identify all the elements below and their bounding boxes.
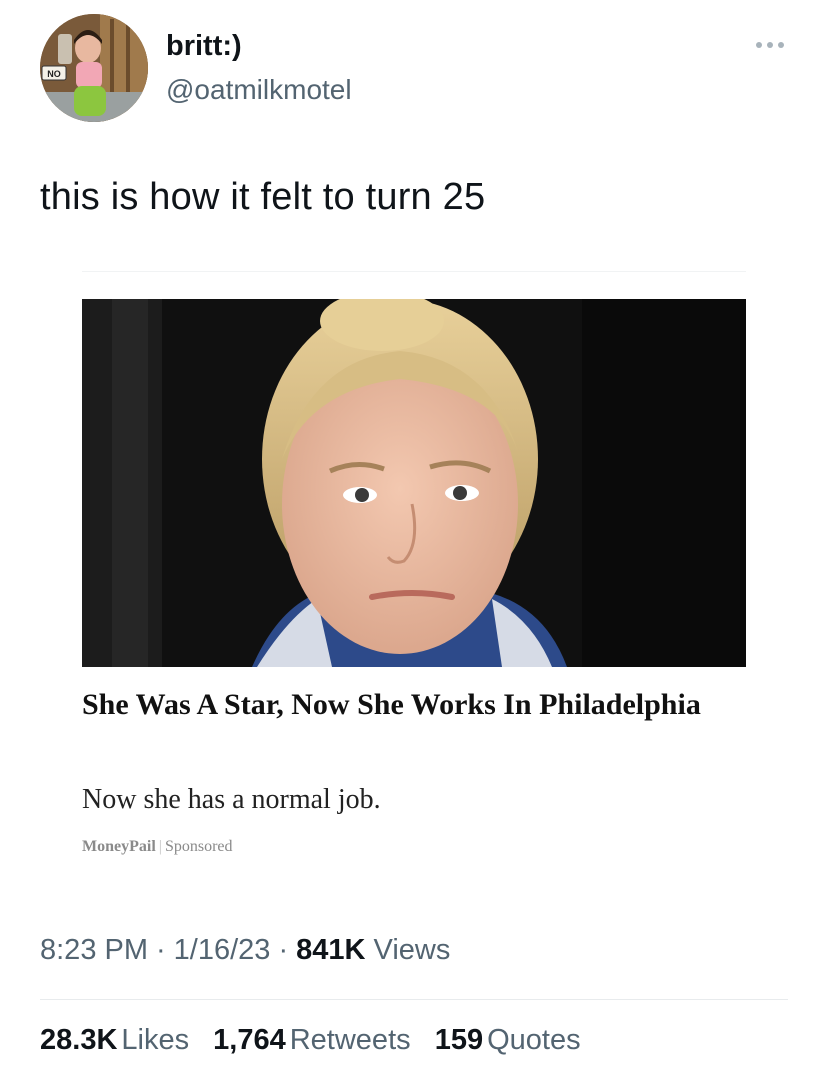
card-image[interactable]: [82, 299, 746, 667]
retweets-stat[interactable]: 1,764 Retweets: [213, 1024, 410, 1057]
meta-dot: ·: [156, 934, 166, 966]
tweet: NO britt:) @oatmilkmotel this is how it …: [0, 0, 828, 1086]
retweets-count: 1,764: [213, 1024, 286, 1056]
tweet-meta: 8:23 PM · 1/16/23 · 841K Views: [40, 934, 450, 967]
author-handle[interactable]: @oatmilkmotel: [166, 74, 352, 106]
stats-divider: [40, 999, 788, 1000]
card-photo: [82, 299, 746, 667]
views-label[interactable]: Views: [374, 934, 451, 966]
likes-count: 28.3K: [40, 1024, 118, 1056]
avatar-sign-text: NO: [47, 69, 61, 79]
quotes-label: Quotes: [487, 1024, 581, 1056]
sponsored-label: Sponsored: [164, 838, 233, 855]
quotes-count: 159: [434, 1024, 484, 1056]
tweet-text: this is how it felt to turn 25: [40, 176, 486, 218]
quotes-stat[interactable]: 159 Quotes: [435, 1024, 581, 1057]
retweets-label: Retweets: [289, 1024, 411, 1056]
sponsor-brand[interactable]: MoneyPail: [82, 838, 156, 855]
more-horizontal-icon[interactable]: [752, 30, 788, 54]
views-count: 841K: [296, 934, 366, 966]
likes-stat[interactable]: 28.3K Likes: [40, 1024, 189, 1057]
avatar-image: NO: [40, 14, 148, 122]
likes-label: Likes: [121, 1024, 190, 1056]
tweet-date[interactable]: 1/16/23: [174, 934, 271, 966]
tweet-time[interactable]: 8:23 PM: [40, 934, 148, 966]
sponsor-separator: |: [158, 838, 162, 855]
card-divider: [82, 271, 746, 272]
avatar[interactable]: NO: [40, 14, 148, 122]
card-headline[interactable]: She Was A Star, Now She Works In Philade…: [82, 682, 722, 728]
card-subline: Now she has a normal job.: [82, 784, 381, 815]
meta-dot: ·: [278, 934, 289, 966]
tweet-stats: 28.3K Likes 1,764 Retweets 159 Quotes: [40, 1024, 597, 1057]
sponsor-line: MoneyPail | Sponsored: [82, 838, 233, 856]
author-name[interactable]: britt:): [166, 30, 242, 63]
